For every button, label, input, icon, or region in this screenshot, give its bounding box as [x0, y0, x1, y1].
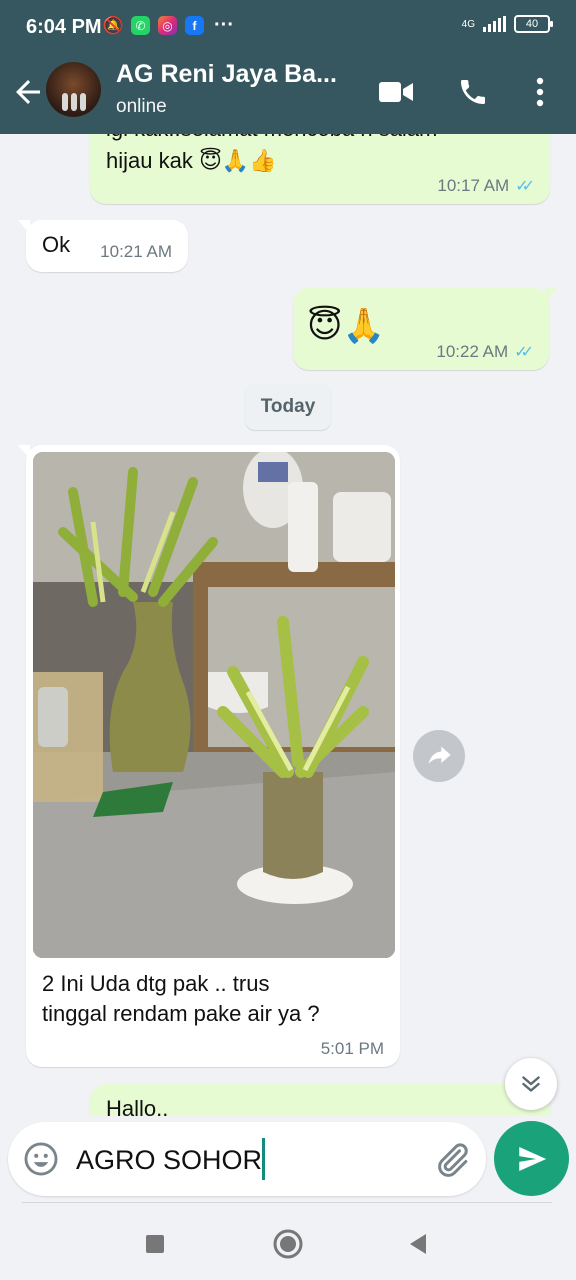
scroll-to-bottom-button[interactable] [505, 1058, 557, 1110]
nav-back-button[interactable] [400, 1226, 436, 1262]
message-meta: 10:21 AM [100, 242, 172, 262]
notification-icons: 🔕 ✆ ◎ f ··· [102, 14, 236, 36]
status-right: 4G 40 [461, 15, 553, 33]
image-caption: 2 Ini Uda dtg pak .. trus [42, 971, 270, 996]
message-incoming-image[interactable]: 2 Ini Uda dtg pak .. trus tinggal rendam… [18, 445, 400, 1067]
day-separator: Today [245, 384, 331, 430]
video-call-icon [379, 82, 413, 102]
status-time: 6:04 PM [26, 16, 102, 38]
home-icon [273, 1229, 303, 1259]
video-call-button[interactable] [376, 72, 416, 112]
network-type: 4G [461, 18, 475, 30]
forward-icon [428, 746, 451, 765]
whatsapp-icon: ✆ [131, 16, 150, 35]
message-emoji: 😇🙏 [307, 307, 385, 345]
recents-icon [146, 1235, 164, 1253]
home-button[interactable] [270, 1226, 306, 1262]
battery-icon: 40 [514, 15, 553, 33]
message-time: 10:17 AM [437, 176, 510, 195]
system-nav-bar [0, 1204, 576, 1280]
avatar[interactable] [46, 62, 101, 117]
message-text: Hallo.. [106, 1096, 169, 1116]
message-meta: 5:01 PM [321, 1039, 384, 1059]
battery-level: 40 [525, 18, 539, 30]
mute-icon: 🔕 [102, 15, 125, 35]
emoji-button[interactable] [22, 1140, 60, 1178]
attach-button[interactable] [432, 1140, 472, 1180]
paperclip-icon [438, 1143, 468, 1177]
message-outgoing[interactable]: 😇🙏 10:22 AM ✓✓ [293, 288, 557, 370]
message-time: 5:01 PM [320, 1039, 384, 1058]
send-icon [518, 1146, 546, 1171]
message-outgoing[interactable]: igi kak..selamat mencoba n salam hijau k… [90, 134, 550, 204]
read-receipt-icon: ✓✓ [514, 344, 534, 361]
contact-name[interactable]: AG Reni Jaya Ba... [116, 60, 337, 89]
message-incoming[interactable]: Ok 10:21 AM [18, 220, 188, 272]
message-input[interactable] [76, 1140, 416, 1180]
forward-button[interactable] [413, 730, 465, 782]
more-vert-icon [536, 77, 544, 107]
bubble-tail [545, 288, 557, 302]
more-notifications-icon: ··· [214, 14, 234, 36]
bubble-tail [18, 220, 30, 234]
message-outgoing[interactable]: Hallo.. [90, 1084, 550, 1116]
status-bar: 6:04 PM 🔕 ✆ ◎ f ··· 4G 40 [0, 0, 576, 54]
bubble-tail [18, 445, 30, 459]
send-button[interactable] [494, 1121, 569, 1196]
signal-icon [483, 16, 506, 32]
chat-header: AG Reni Jaya Ba... online [0, 54, 576, 134]
instagram-icon: ◎ [158, 16, 177, 35]
message-composer [8, 1122, 486, 1196]
message-text: Ok [42, 232, 71, 257]
phone-icon [461, 80, 485, 104]
back-arrow-icon[interactable] [10, 74, 46, 110]
text-caret [262, 1138, 265, 1180]
more-options-button[interactable] [520, 72, 560, 112]
divider [22, 1202, 552, 1203]
image-caption: tinggal rendam pake air ya ? [42, 1001, 320, 1026]
double-chevron-down-icon [522, 1076, 540, 1092]
message-text: igi kak..selamat mencoba n salam [106, 134, 437, 144]
nav-back-icon [410, 1234, 426, 1254]
message-meta: 10:22 AM ✓✓ [436, 342, 534, 362]
message-time: 10:22 AM [436, 342, 509, 361]
facebook-icon: f [185, 16, 204, 35]
message-text: hijau kak 😇🙏👍 [106, 148, 277, 173]
message-time: 10:21 AM [100, 242, 172, 261]
emoji-icon [24, 1142, 58, 1176]
message-photo[interactable] [33, 452, 395, 958]
recents-button[interactable] [137, 1226, 173, 1262]
read-receipt-icon: ✓✓ [515, 178, 535, 195]
chat-area[interactable]: igi kak..selamat mencoba n salam hijau k… [0, 134, 576, 1116]
contact-status: online [116, 96, 167, 117]
message-meta: 10:17 AM ✓✓ [437, 176, 535, 196]
voice-call-button[interactable] [453, 72, 493, 112]
